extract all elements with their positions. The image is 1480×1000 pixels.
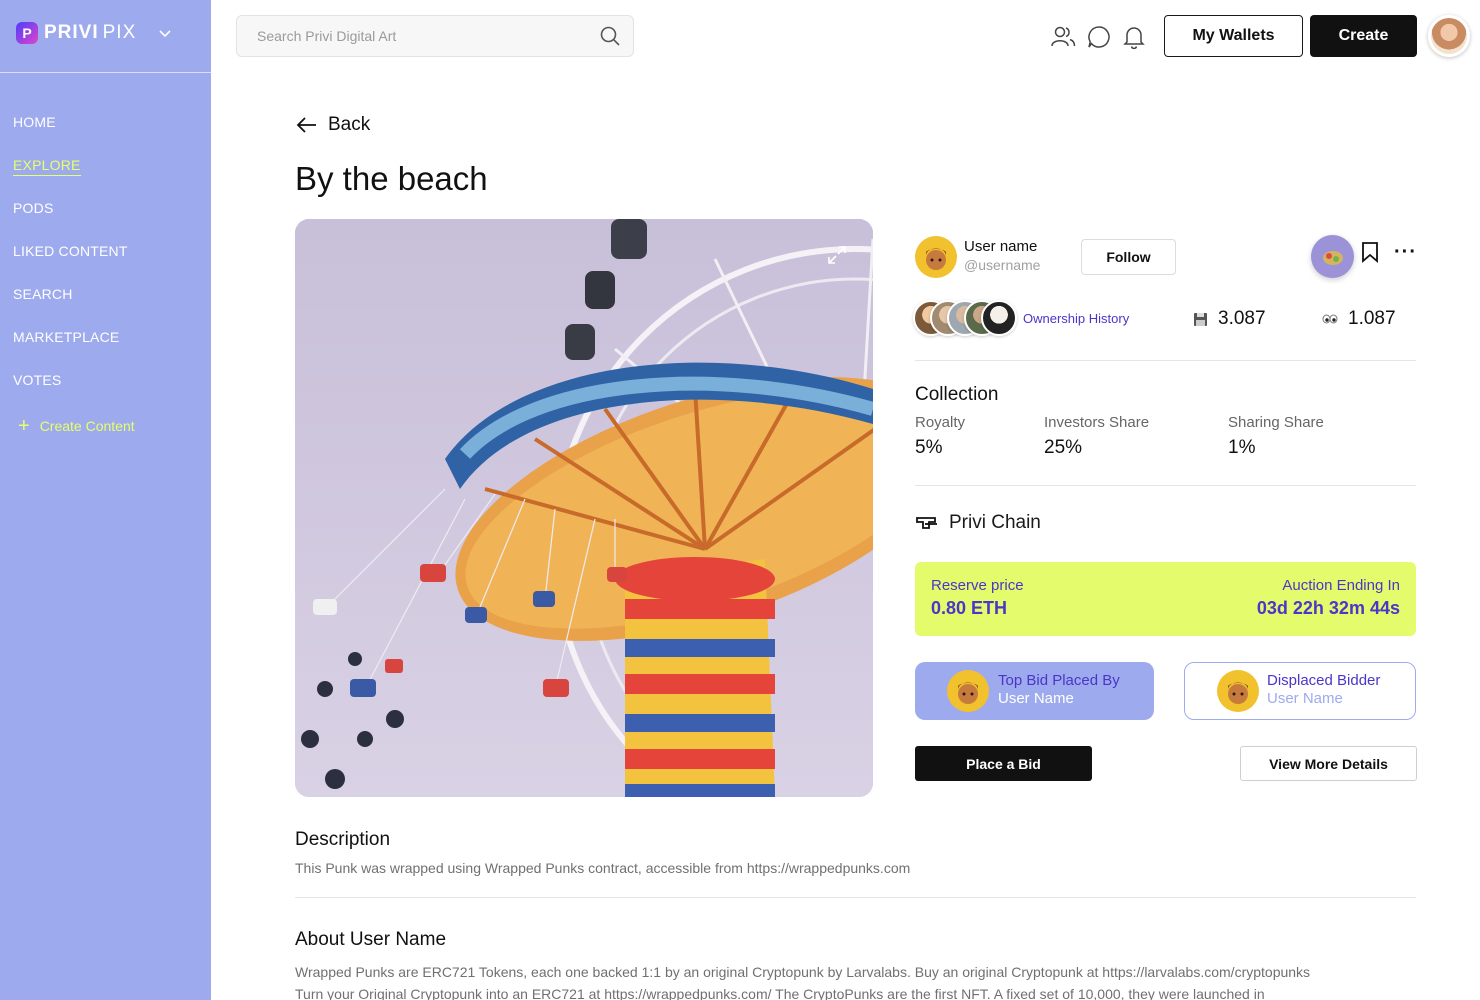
displaced-bidder-label: Displaced Bidder [1267,672,1381,689]
sidebar-item-pods[interactable]: PODS [13,198,128,241]
brand[interactable]: P PRIVI PIX [16,22,172,44]
sidebar-item-label: SEARCH [13,286,73,302]
auction-countdown: 03d 22h 32m 44s [1256,598,1400,618]
sharing-share-value: 1% [1228,437,1256,458]
description-text: This Punk was wrapped using Wrapped Punk… [295,860,911,876]
search-bar [236,15,634,57]
floppy-disk-icon [1194,312,1207,326]
creator-avatar[interactable] [915,236,957,278]
chain-label: Privi Chain [949,512,1041,533]
sidebar-item-home[interactable]: HOME [13,112,128,155]
my-wallets-button[interactable]: My Wallets [1164,15,1303,57]
creator-handle: @username [964,257,1041,273]
investors-share-label: Investors Share [1044,414,1150,431]
description-title: Description [295,829,391,850]
auction-ending-label: Auction Ending In [1282,577,1400,594]
views-count: 1.087 [1348,308,1396,329]
carousel-photo [295,219,873,797]
displaced-bidder-avatar [1217,670,1259,712]
user-avatar-icon [1228,682,1248,704]
reserve-price-label: Reserve price [931,577,1024,594]
sidebar-item-label: MARKETPLACE [13,329,120,345]
brand-name-bold: PRIVI [44,22,99,43]
privi-logo-icon: P [16,22,38,44]
royalty-value: 5% [915,437,943,458]
displaced-bidder-card[interactable]: Displaced Bidder User Name [1184,662,1416,720]
ownership-history-link[interactable]: Ownership History [1023,311,1129,326]
arrow-left-icon [296,117,316,133]
sharing-share-label: Sharing Share [1228,414,1324,431]
sidebar-item-marketplace[interactable]: MARKETPLACE [13,327,128,370]
about-text: Wrapped Punks are ERC721 Tokens, each on… [295,961,1405,1000]
sidebar: P PRIVI PIX HOME EXPLORE PODS LIKED CONT… [0,0,211,1000]
chain-info: Privi Chain [915,512,1041,534]
create-content-label: Create Content [39,418,135,434]
plus-icon: + [18,415,30,437]
sidebar-item-search[interactable]: SEARCH [13,284,128,327]
views-stat: 1.087 [1322,308,1396,330]
profile-avatar[interactable] [1428,15,1470,57]
create-content-link[interactable]: + Create Content [18,415,135,437]
top-bidder-avatar [947,670,989,712]
about-text-line: Wrapped Punks are ERC721 Tokens, each on… [295,964,1311,980]
create-button[interactable]: Create [1310,15,1417,57]
creator-name[interactable]: User name [964,238,1037,255]
search-icon[interactable] [599,25,621,47]
eyes-icon [1322,314,1338,324]
sidebar-item-label: LIKED CONTENT [13,243,128,259]
chevron-down-icon[interactable] [158,26,172,40]
sticker-icon [1322,250,1343,265]
back-link[interactable]: Back [296,114,370,136]
sidebar-item-label: EXPLORE [13,157,81,176]
sidebar-item-explore[interactable]: EXPLORE [13,155,128,198]
user-avatar-icon [926,248,946,270]
investors-share-value: 25% [1044,437,1083,458]
brand-name-light: PIX [102,22,137,43]
sidebar-item-liked-content[interactable]: LIKED CONTENT [13,241,128,284]
people-icon[interactable] [1050,24,1076,50]
bookmark-icon[interactable] [1361,241,1379,263]
place-bid-button[interactable]: Place a Bid [915,746,1092,781]
saves-count: 3.087 [1218,308,1266,329]
saves-stat: 3.087 [1193,308,1266,330]
sidebar-divider [0,72,211,73]
royalty-label: Royalty [915,414,966,431]
divider [915,360,1416,361]
auction-card: Reserve price 0.80 ETH Auction Ending In… [915,562,1416,636]
user-avatar-icon [958,682,978,704]
sidebar-item-label: VOTES [13,372,62,388]
more-options-icon[interactable]: ··· [1394,241,1417,264]
divider [915,485,1416,486]
view-more-details-button[interactable]: View More Details [1240,746,1417,781]
artwork-image[interactable] [295,219,873,797]
sidebar-item-votes[interactable]: VOTES [13,370,128,413]
sidebar-item-label: HOME [13,114,56,130]
privi-chain-icon [916,517,937,529]
sidebar-item-label: PODS [13,200,54,216]
chat-icon[interactable] [1086,24,1112,50]
back-label: Back [328,114,371,135]
search-input[interactable] [257,28,599,44]
sidebar-nav: HOME EXPLORE PODS LIKED CONTENT SEARCH M… [13,112,128,413]
follow-button[interactable]: Follow [1081,239,1176,275]
collection-badge[interactable] [1311,235,1354,278]
owner-avatar [981,300,1017,336]
bell-icon[interactable] [1121,24,1147,50]
collection-title: Collection [915,384,999,405]
page-title: By the beach [295,160,488,197]
reserve-price-value: 0.80 ETH [931,598,1008,618]
displaced-bidder-name: User Name [1267,690,1343,707]
expand-icon[interactable] [827,245,847,265]
top-bid-card[interactable]: Top Bid Placed By User Name [915,662,1154,720]
about-text-line: Turn your Original Cryptopunk into an ER… [295,986,1265,1000]
top-bid-label: Top Bid Placed By [998,672,1120,689]
about-title: About User Name [295,929,447,950]
top-bidder-name: User Name [998,690,1074,707]
divider [295,897,1416,898]
